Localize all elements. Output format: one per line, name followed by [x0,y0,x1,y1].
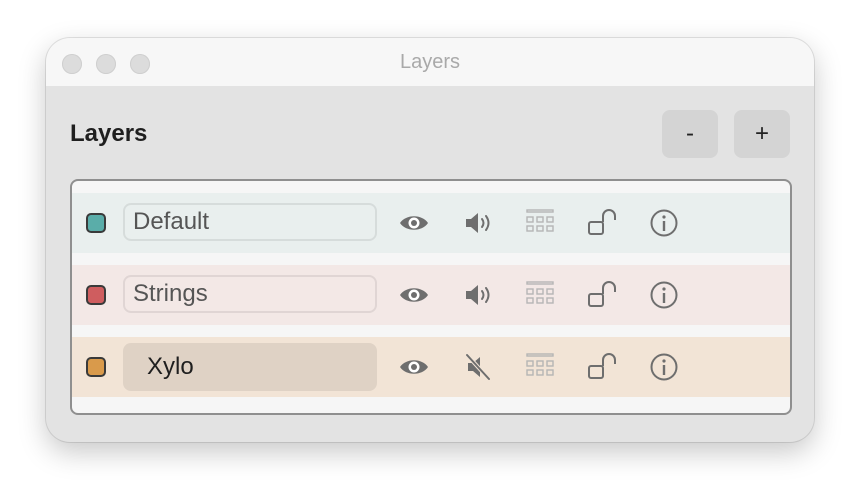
unlocked-icon[interactable] [586,279,618,311]
layer-row[interactable]: Default [72,193,790,253]
section-title: Layers [70,120,148,147]
eye-icon[interactable] [398,279,430,311]
layer-name-field[interactable]: Default [123,203,377,241]
title-bar: Layers [46,38,814,86]
layer-color-swatch[interactable] [86,357,106,377]
info-icon[interactable] [648,279,680,311]
add-layer-button[interactable]: + [734,110,790,158]
grid-icon[interactable] [524,351,556,383]
layers-window: Layers Layers - + Default Strings Xylo [46,38,814,442]
remove-layer-button[interactable]: - [662,110,718,158]
speaker-muted-icon[interactable] [462,351,494,383]
speaker-icon[interactable] [462,279,494,311]
layers-list: Default Strings Xylo [70,179,792,415]
unlocked-icon[interactable] [586,207,618,239]
info-icon[interactable] [648,351,680,383]
unlocked-icon[interactable] [586,351,618,383]
layer-name-field[interactable]: Strings [123,275,377,313]
eye-icon[interactable] [398,351,430,383]
eye-icon[interactable] [398,207,430,239]
window-title: Layers [399,51,461,73]
grid-icon[interactable] [524,207,556,239]
layer-color-swatch[interactable] [86,285,106,305]
info-icon[interactable] [648,207,680,239]
speaker-icon[interactable] [462,207,494,239]
layer-row[interactable]: Xylo [72,337,790,397]
layer-color-swatch[interactable] [86,213,106,233]
layer-name-field[interactable]: Xylo [123,343,377,391]
grid-icon[interactable] [524,279,556,311]
layer-row[interactable]: Strings [72,265,790,325]
